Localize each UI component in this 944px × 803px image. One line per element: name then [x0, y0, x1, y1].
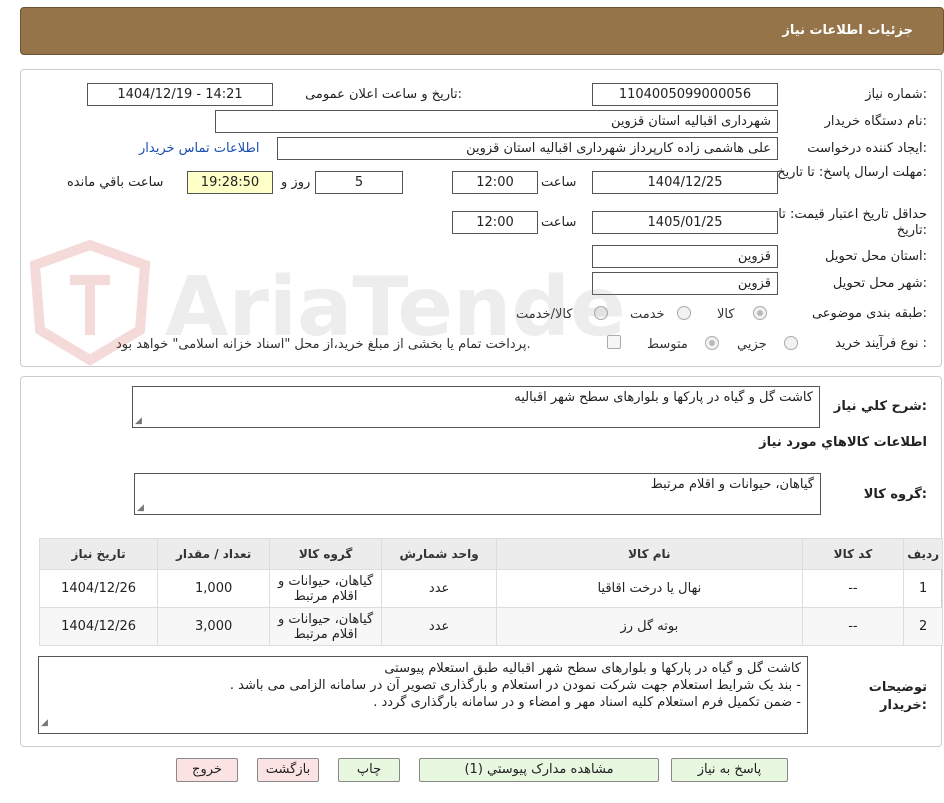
province-label: استان محل تحویل:	[825, 249, 927, 264]
days-field: 5	[315, 171, 403, 194]
buyer-notes-line-1: کاشت گل و گیاه در پارکها و بلوارهای سطح …	[384, 661, 801, 676]
general-desc-field: کاشت گل و گیاه در پارکها و بلوارهای سطح …	[132, 386, 820, 428]
print-button[interactable]: چاپ	[338, 758, 400, 782]
province-field: قزوین	[592, 245, 778, 268]
cell-item-name: نهال یا درخت اقاقیا	[496, 569, 803, 608]
buyer-notes-line-3: - ضمن تکمیل فرم استعلام کلیه اسناد مهر و…	[373, 695, 801, 710]
deadline-date-field: 1404/12/25	[592, 171, 778, 194]
category-option-goods: کالا	[717, 307, 735, 322]
cell-need-date: 1404/12/26	[38, 607, 159, 646]
col-item-name: نام کالا	[496, 538, 803, 570]
cell-quantity: 1,000	[157, 569, 271, 608]
deadline-time-field: 12:00	[452, 171, 538, 194]
validity-label: حداقل تاریخ اعتبار قیمت: تا تاریخ:	[778, 207, 927, 238]
buyer-notes-field: کاشت گل و گیاه در پارکها و بلوارهای سطح …	[38, 656, 808, 734]
page-header: جزئیات اطلاعات نیاز	[20, 7, 944, 55]
validity-date-field: 1405/01/25	[592, 211, 778, 234]
validity-time-field: 12:00	[452, 211, 538, 234]
cell-unit: عدد	[381, 607, 498, 646]
cell-item-group: گیاهان، حیوانات و اقلام مرتبط	[269, 569, 383, 608]
remaining-time-field: 19:28:50	[187, 171, 273, 194]
cell-item-code: --	[801, 569, 905, 608]
col-row-number: ردیف	[903, 538, 943, 570]
cell-row-number: 2	[903, 607, 943, 646]
category-label: طبقه بندی موضوعی:	[811, 306, 927, 321]
city-label: شهر محل تحویل:	[832, 276, 927, 291]
creator-label: ایجاد کننده درخواست:	[807, 141, 927, 156]
view-attachments-button[interactable]: مشاهده مدارک پیوستي (1)	[419, 758, 659, 782]
deadline-time-label: ساعت	[541, 175, 577, 190]
general-desc-label: شرح كلي نیاز:	[833, 399, 927, 414]
cell-item-name: بوته گل رز	[496, 607, 803, 646]
need-number-label: شماره نیاز:	[865, 87, 927, 102]
category-radio-goods[interactable]	[753, 306, 767, 320]
goods-group-text: گیاهان، حیوانات و اقلام مرتبط	[650, 477, 814, 492]
buyer-org-label: نام دستگاه خریدار:	[824, 114, 927, 129]
exit-button[interactable]: خروج	[176, 758, 238, 782]
resize-grip-icon[interactable]: ◢	[135, 416, 142, 426]
category-radio-service[interactable]	[677, 306, 691, 320]
resize-grip-icon[interactable]: ◢	[41, 715, 48, 732]
col-need-date: تاریخ نیاز	[38, 538, 159, 570]
goods-panel: شرح كلي نیاز: کاشت گل و گیاه در پارکها و…	[20, 376, 943, 747]
goods-group-label: گروه كالا:	[863, 487, 927, 502]
col-item-code: کد کالا	[801, 538, 905, 570]
buyer-notes-line-2: - بند یک شرایط استعلام جهت شرکت نمودن در…	[229, 678, 801, 693]
purchase-option-medium: متوسط	[647, 337, 688, 352]
cell-item-group: گیاهان، حیوانات و اقلام مرتبط	[269, 607, 383, 646]
back-button[interactable]: بازگشت	[257, 758, 319, 782]
need-details-panel: شماره نیاز: 1104005099000056 تاریخ و ساع…	[20, 69, 942, 367]
validity-time-label: ساعت	[541, 215, 577, 230]
announce-field: 1404/12/19 - 14:21	[87, 83, 273, 106]
buyer-org-field: شهرداری اقبالیه استان قزوین	[215, 110, 778, 133]
cell-quantity: 3,000	[157, 607, 271, 646]
creator-field: علی هاشمی زاده کارپرداز شهرداری اقبالیه …	[277, 137, 778, 160]
city-field: قزوین	[592, 272, 778, 295]
buyer-contact-link[interactable]: اطلاعات تماس خریدار	[139, 141, 259, 156]
purchase-radio-minor[interactable]	[784, 336, 798, 350]
payment-note: پرداخت تمام یا بخشی از مبلغ خرید،از محل …	[116, 337, 531, 352]
treasury-checkbox[interactable]	[607, 335, 621, 349]
respond-button[interactable]: پاسخ به نیاز	[671, 758, 788, 782]
days-label: روز و	[281, 175, 311, 190]
items-table: ردیف کد کالا نام کالا واحد شمارش گروه کا…	[38, 538, 943, 646]
category-option-service: خدمت	[630, 307, 665, 322]
page-title: جزئیات اطلاعات نیاز	[782, 23, 913, 38]
goods-group-field: گیاهان، حیوانات و اقلام مرتبط ◢	[134, 473, 821, 515]
general-desc-text: کاشت گل و گیاه در پارکها و بلوارهای سطح …	[514, 390, 813, 405]
table-row: 1 -- نهال یا درخت اقاقیا عدد گیاهان، حیو…	[38, 569, 943, 608]
cell-item-code: --	[801, 607, 905, 646]
category-radio-goods-service[interactable]	[594, 306, 608, 320]
remaining-time-label: ساعت باقي مانده	[67, 175, 164, 190]
purchase-type-label: نوع فرآیند خرید :	[835, 336, 927, 351]
cell-need-date: 1404/12/26	[38, 569, 159, 608]
purchase-option-minor: جزیي	[737, 337, 767, 352]
items-table-header: ردیف کد کالا نام کالا واحد شمارش گروه کا…	[38, 538, 943, 570]
deadline-label: مهلت ارسال پاسخ: تا تاریخ:	[777, 165, 927, 180]
need-number-field: 1104005099000056	[592, 83, 778, 106]
announce-label: تاریخ و ساعت اعلان عمومی:	[305, 87, 462, 102]
table-row: 2 -- بوته گل رز عدد گیاهان، حیوانات و اق…	[38, 607, 943, 646]
buyer-notes-label: توضیحات خریدار:	[868, 680, 927, 713]
resize-grip-icon[interactable]: ◢	[137, 503, 144, 513]
col-unit: واحد شمارش	[381, 538, 498, 570]
category-option-goods-service: کالا/خدمت	[516, 307, 573, 322]
goods-info-title: اطلاعات كالاهاي مورد نیاز	[759, 435, 927, 450]
cell-row-number: 1	[903, 569, 943, 608]
cell-unit: عدد	[381, 569, 498, 608]
col-quantity: تعداد / مقدار	[157, 538, 271, 570]
purchase-radio-medium[interactable]	[705, 336, 719, 350]
col-item-group: گروه کالا	[269, 538, 383, 570]
